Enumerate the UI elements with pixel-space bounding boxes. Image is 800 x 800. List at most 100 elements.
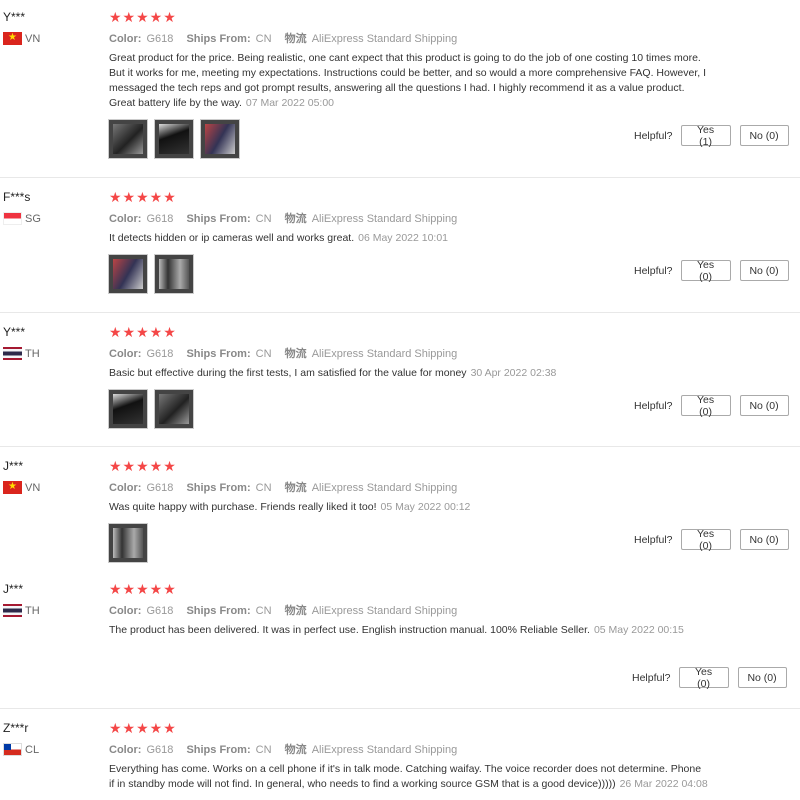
helpful-vote: Helpful? Yes (0) No (0) (634, 528, 789, 552)
helpful-yes-button[interactable]: Yes (0) (678, 666, 729, 690)
reviewer-name: Y*** (3, 10, 26, 24)
ships-from: CN (255, 213, 272, 225)
variant-color: G618 (146, 213, 174, 225)
review-date: 26 Mar 2022 04:08 (619, 778, 708, 790)
helpful-vote: Helpful? Yes (0) No (0) (632, 666, 787, 690)
review-photo[interactable] (154, 389, 194, 429)
helpful-label: Helpful? (634, 399, 673, 412)
review-date: 06 May 2022 10:01 (358, 232, 449, 244)
variant-color: G618 (146, 605, 174, 617)
helpful-label: Helpful? (634, 129, 673, 142)
review-meta: Color: G618 Ships From: CN 物流 AliExpress… (109, 605, 458, 617)
star-rating: ★★★★★ (109, 458, 177, 474)
star-rating: ★★★★★ (109, 324, 177, 340)
shipping-method: AliExpress Standard Shipping (311, 482, 458, 494)
review-date: 05 May 2022 00:12 (380, 501, 471, 513)
country-code: VN (25, 32, 41, 45)
star-rating: ★★★★★ (109, 189, 177, 205)
review-photo[interactable] (154, 254, 194, 294)
review-photos (108, 254, 194, 294)
country-code: CL (25, 743, 40, 756)
helpful-vote: Helpful? Yes (0) No (0) (634, 394, 789, 418)
divider (0, 177, 800, 178)
review-photo[interactable] (108, 254, 148, 294)
thailand-flag-icon (3, 347, 22, 360)
reviewer-country: VN (3, 481, 40, 494)
helpful-no-button[interactable]: No (0) (739, 529, 789, 550)
ships-from: CN (255, 33, 272, 45)
variant-color: G618 (146, 744, 174, 756)
helpful-label: Helpful? (634, 533, 673, 546)
review-meta: Color: G618 Ships From: CN 物流 AliExpress… (109, 482, 458, 494)
review-meta: Color: G618 Ships From: CN 物流 AliExpress… (109, 33, 458, 45)
ships-from: CN (255, 348, 272, 360)
review-item: J*** VN ★★★★★ Color: G618 Ships From: CN… (0, 455, 800, 570)
helpful-yes-button[interactable]: Yes (1) (680, 124, 731, 148)
reviewer-country: TH (3, 347, 40, 360)
country-code: TH (25, 604, 40, 617)
shipping-method: AliExpress Standard Shipping (311, 33, 458, 45)
review-date: 05 May 2022 00:15 (593, 624, 684, 636)
divider (0, 708, 800, 709)
review-text: Was quite happy with purchase. Friends r… (109, 501, 471, 513)
review-photo[interactable] (108, 523, 148, 563)
reviewer-name: Y*** (3, 325, 26, 339)
chile-flag-icon (3, 743, 22, 756)
review-item: Y*** VN ★★★★★ Color: G618 Ships From: CN… (0, 6, 800, 176)
ships-from: CN (255, 605, 272, 617)
shipping-method: AliExpress Standard Shipping (311, 744, 458, 756)
thailand-flag-icon (3, 604, 22, 617)
country-code: SG (25, 212, 41, 225)
helpful-no-button[interactable]: No (0) (739, 395, 789, 416)
variant-color: G618 (146, 482, 174, 494)
review-meta: Color: G618 Ships From: CN 物流 AliExpress… (109, 348, 458, 360)
helpful-vote: Helpful? Yes (0) No (0) (634, 259, 789, 283)
review-photo[interactable] (154, 119, 194, 159)
review-meta: Color: G618 Ships From: CN 物流 AliExpress… (109, 213, 458, 225)
review-photo[interactable] (108, 119, 148, 159)
helpful-vote: Helpful? Yes (1) No (0) (634, 124, 789, 148)
reviewer-name: J*** (3, 459, 24, 473)
review-item: J*** TH ★★★★★ Color: G618 Ships From: CN… (0, 578, 800, 703)
helpful-no-button[interactable]: No (0) (737, 667, 787, 688)
divider (0, 312, 800, 313)
review-text: The product has been delivered. It was i… (109, 624, 684, 636)
review-date: 07 Mar 2022 05:00 (245, 97, 335, 109)
shipping-method: AliExpress Standard Shipping (311, 213, 458, 225)
helpful-yes-button[interactable]: Yes (0) (680, 259, 731, 283)
helpful-label: Helpful? (632, 671, 671, 684)
review-photos (108, 523, 148, 563)
review-text: It detects hidden or ip cameras well and… (109, 232, 449, 244)
review-date: 30 Apr 2022 02:38 (470, 367, 557, 379)
reviewer-country: CL (3, 743, 39, 756)
helpful-label: Helpful? (634, 264, 673, 277)
review-text: Great product for the price. Being reali… (109, 52, 707, 109)
reviewer-name: Z***r (3, 721, 29, 735)
review-item: Y*** TH ★★★★★ Color: G618 Ships From: CN… (0, 321, 800, 441)
review-item: Z***r CL ★★★★★ Color: G618 Ships From: C… (0, 717, 800, 800)
singapore-flag-icon (3, 212, 22, 225)
vietnam-flag-icon (3, 32, 22, 45)
variant-color: G618 (146, 348, 174, 360)
star-rating: ★★★★★ (109, 9, 177, 25)
review-item: F***s SG ★★★★★ Color: G618 Ships From: C… (0, 186, 800, 306)
reviewer-country: TH (3, 604, 40, 617)
helpful-yes-button[interactable]: Yes (0) (680, 394, 731, 418)
reviewer-name: F***s (3, 190, 31, 204)
review-photo[interactable] (200, 119, 240, 159)
shipping-method: AliExpress Standard Shipping (311, 605, 458, 617)
review-meta: Color: G618 Ships From: CN 物流 AliExpress… (109, 744, 458, 756)
helpful-no-button[interactable]: No (0) (739, 125, 789, 146)
review-photo[interactable] (108, 389, 148, 429)
helpful-yes-button[interactable]: Yes (0) (680, 528, 731, 552)
vietnam-flag-icon (3, 481, 22, 494)
country-code: TH (25, 347, 40, 360)
review-photos (108, 119, 240, 159)
review-text: Everything has come. Works on a cell pho… (109, 763, 708, 790)
ships-from: CN (255, 482, 272, 494)
star-rating: ★★★★★ (109, 581, 177, 597)
star-rating: ★★★★★ (109, 720, 177, 736)
helpful-no-button[interactable]: No (0) (739, 260, 789, 281)
ships-from: CN (255, 744, 272, 756)
review-text: Basic but effective during the first tes… (109, 367, 557, 379)
